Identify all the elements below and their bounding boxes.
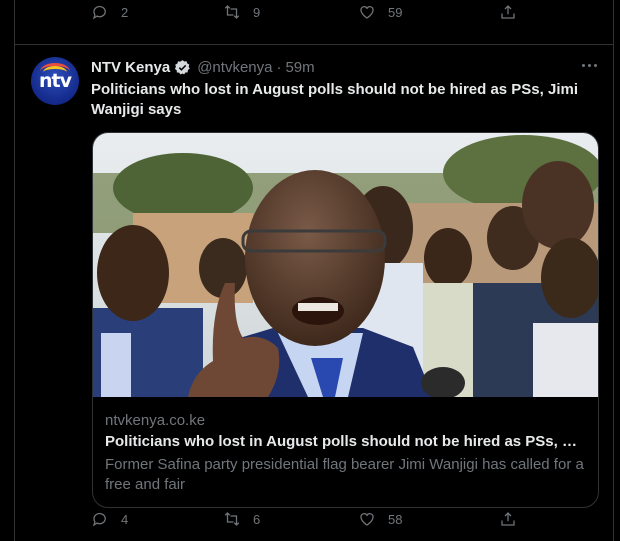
card-title: Politicians who lost in August polls sho…	[105, 433, 585, 450]
retweet-button[interactable]: 9	[223, 3, 260, 21]
reply-count: 4	[121, 511, 129, 527]
reply-button[interactable]: 4	[91, 510, 128, 528]
tweet-divider	[15, 44, 613, 45]
tweet-header: NTV Kenya @ntvkenya · 59m	[91, 57, 315, 77]
separator-dot: ·	[276, 58, 282, 76]
card-domain: ntvkenya.co.ke	[105, 412, 206, 429]
author-handle[interactable]: @ntvkenya	[197, 59, 272, 76]
reply-icon	[92, 512, 106, 527]
like-icon	[360, 6, 374, 19]
avatar[interactable]: ntv	[31, 57, 79, 105]
tweet-timestamp[interactable]: 59m	[285, 59, 314, 76]
avatar-logo: ntv	[39, 70, 72, 92]
share-icon	[501, 5, 515, 19]
share-button[interactable]	[499, 3, 517, 21]
like-button[interactable]: 59	[358, 3, 402, 21]
retweet-button[interactable]: 6	[223, 510, 260, 528]
like-count: 58	[388, 511, 403, 527]
verified-badge-icon	[175, 59, 190, 75]
link-card[interactable]: ntvkenya.co.ke Politicians who lost in A…	[92, 132, 599, 508]
like-button[interactable]: 58	[358, 510, 402, 528]
retweet-count: 9	[253, 4, 261, 20]
reply-count: 2	[121, 4, 129, 20]
more-options-icon[interactable]	[580, 58, 600, 72]
timeline-column: 2 9 59 ntv NTV Kenya @ntvkenya · 59m Pol…	[14, 0, 614, 541]
share-icon	[501, 512, 515, 526]
tweet-text: Politicians who lost in August polls sho…	[91, 81, 579, 118]
retweet-icon	[224, 512, 240, 526]
share-button[interactable]	[499, 510, 517, 528]
reply-icon	[92, 5, 106, 20]
card-image	[93, 133, 598, 397]
retweet-icon	[224, 5, 240, 19]
author-name[interactable]: NTV Kenya	[91, 59, 170, 76]
like-icon	[360, 513, 374, 526]
reply-button[interactable]: 2	[91, 3, 128, 21]
card-description: Former Safina party presidential flag be…	[105, 456, 584, 493]
like-count: 59	[388, 4, 403, 20]
retweet-count: 6	[253, 511, 261, 527]
